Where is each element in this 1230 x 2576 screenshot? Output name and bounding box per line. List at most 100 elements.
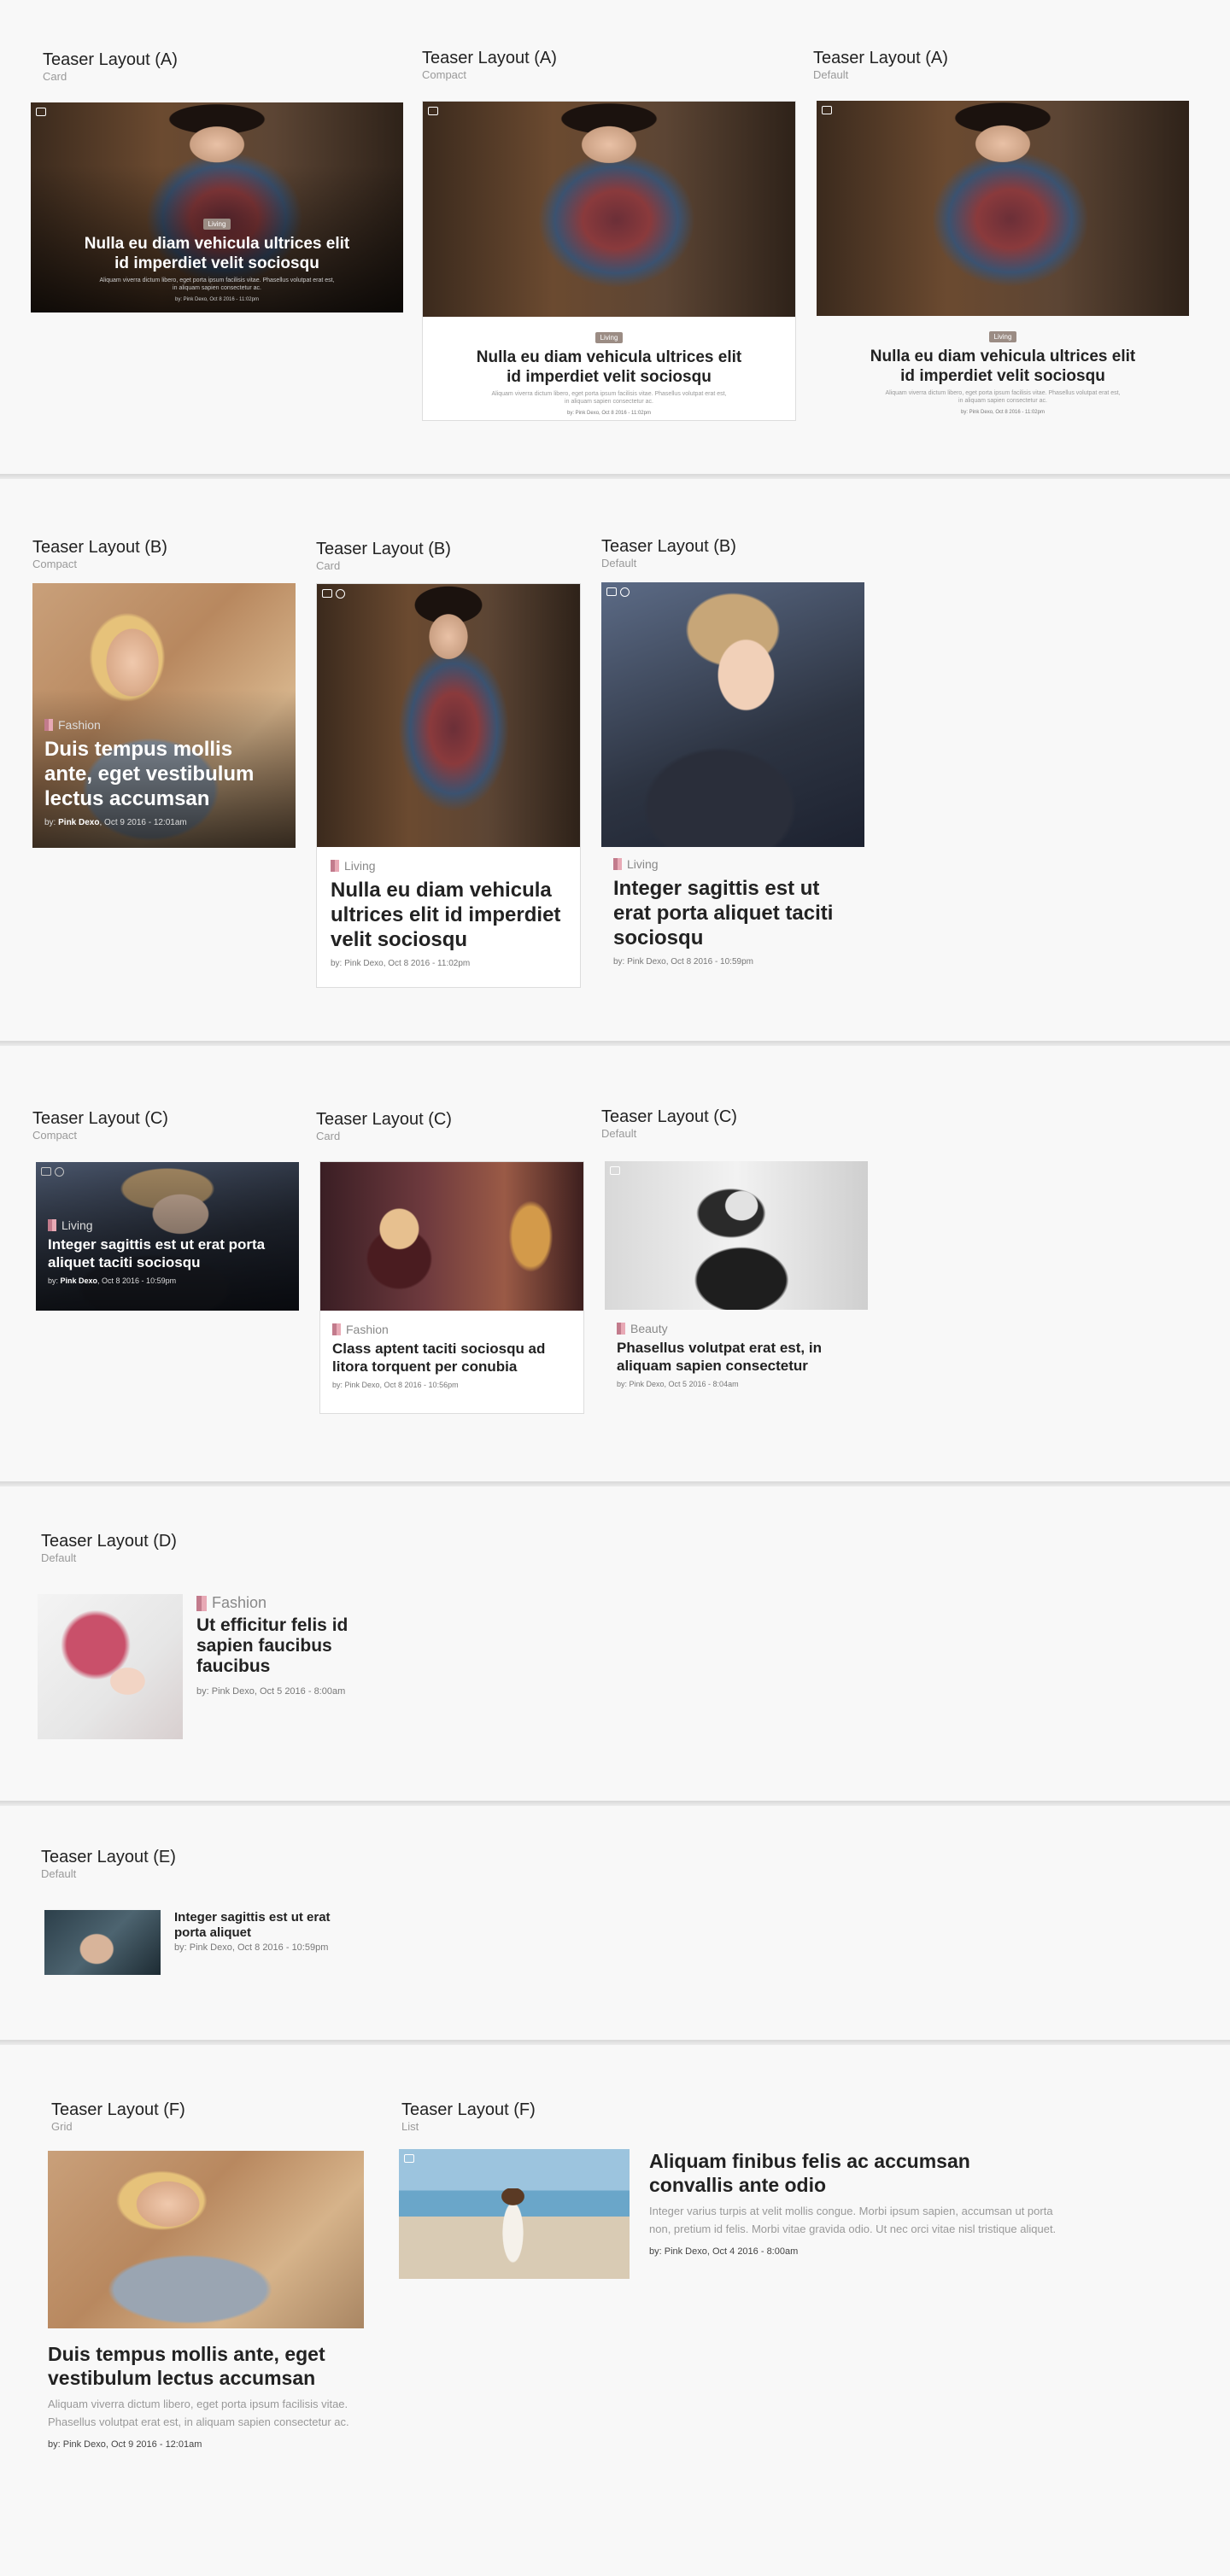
teaser-meta: by: Pink Dexo, Oct 8 2016 - 10:56pm — [332, 1381, 459, 1389]
section-label: Teaser Layout (B) Compact — [32, 537, 167, 571]
section-label: Teaser Layout (B) Default — [601, 536, 736, 570]
teaser-card[interactable]: Living Nulla eu diam vehicula ultrices e… — [316, 583, 581, 988]
teaser-card[interactable]: Living Integer sagittis est ut erat port… — [36, 1162, 299, 1311]
teaser-headline[interactable]: Integer sagittis est ut erat porta aliqu… — [613, 876, 861, 950]
category-badge[interactable]: Living — [594, 332, 624, 343]
camera-icon — [610, 1166, 620, 1175]
category-label[interactable]: Living — [48, 1218, 287, 1232]
teaser-headline[interactable]: Ut efficitur felis id sapien faucibus fa… — [196, 1615, 350, 1677]
teaser-headline[interactable]: Phasellus volutpat erat est, in aliquam … — [617, 1339, 864, 1375]
category-icon — [196, 1595, 207, 1611]
layout-title: Teaser Layout (D) — [41, 1532, 177, 1551]
teaser-meta: by: Pink Dexo, Oct 8 2016 - 11:02pm — [331, 959, 471, 968]
teaser-headline[interactable]: Nulla eu diam vehicula ultrices elit id … — [472, 348, 746, 387]
teaser-headline[interactable]: Duis tempus mollis ante, eget vestibulum… — [44, 737, 284, 811]
section-label: Teaser Layout (A) Default — [813, 48, 948, 82]
teaser-body: Aliquam finibus felis ac accumsan conval… — [649, 2149, 1059, 2257]
camera-icon — [404, 2154, 414, 2163]
teaser-card[interactable]: Fashion Duis tempus mollis ante, eget ve… — [32, 583, 296, 848]
layout-title: Teaser Layout (F) — [51, 2100, 185, 2119]
teaser-card[interactable]: Living Nulla eu diam vehicula ultrices e… — [422, 101, 796, 421]
teaser-headline[interactable]: Class aptent taciti sociosqu ad litora t… — [332, 1340, 573, 1376]
category-badge[interactable]: Living — [202, 219, 231, 230]
layout-title: Teaser Layout (C) — [32, 1109, 168, 1128]
teaser-meta: by: Pink Dexo, Oct 9 2016 - 12:01am — [48, 2439, 202, 2450]
teaser-image[interactable] — [601, 582, 864, 847]
teaser-body: Fashion Ut efficitur felis id sapien fau… — [196, 1594, 350, 1699]
teaser-headline[interactable]: Integer sagittis est ut erat porta aliqu… — [48, 1235, 287, 1271]
teaser-meta: by: Pink Dexo, Oct 4 2016 - 8:00am — [649, 2246, 799, 2257]
teaser-meta: by: Pink Dexo, Oct 8 2016 - 11:02pm — [175, 297, 259, 302]
teaser-body: Integer sagittis est ut erat porta aliqu… — [174, 1910, 362, 1953]
layout-title: Teaser Layout (E) — [41, 1848, 176, 1866]
layout-title: Teaser Layout (F) — [401, 2100, 536, 2119]
teaser-meta: by: Pink Dexo, Oct 8 2016 - 11:02pm — [961, 410, 1045, 415]
layout-variant: Default — [813, 68, 849, 81]
teaser-meta: by: Pink Dexo, Oct 9 2016 - 12:01am — [44, 818, 187, 827]
section-label: Teaser Layout (B) Card — [316, 539, 451, 573]
layout-title: Teaser Layout (B) — [601, 537, 736, 556]
section-teaser-c: Teaser Layout (C) Compact Living Integer… — [0, 1046, 1230, 1481]
layout-title: Teaser Layout (B) — [32, 538, 167, 557]
section-label: Teaser Layout (A) Card — [43, 50, 178, 84]
category-badge[interactable]: Living — [988, 331, 1017, 342]
teaser-image[interactable] — [317, 584, 580, 847]
teaser-excerpt: Aliquam viverra dictum libero, eget port… — [48, 2398, 349, 2428]
play-icon — [336, 589, 345, 599]
teaser-image[interactable] — [817, 101, 1189, 316]
teaser-meta: by: Pink Dexo, Oct 8 2016 - 10:59pm — [48, 1276, 177, 1285]
teaser-meta: by: Pink Dexo, Oct 5 2016 - 8:00am — [196, 1686, 346, 1697]
teaser-image[interactable] — [399, 2149, 630, 2279]
teaser-body: Living Integer sagittis est ut erat port… — [613, 857, 861, 967]
teaser-headline[interactable]: Aliquam finibus felis ac accumsan conval… — [649, 2149, 1059, 2197]
layout-title: Teaser Layout (A) — [43, 50, 178, 69]
category-label[interactable]: Fashion — [332, 1323, 573, 1336]
layout-variant: Compact — [32, 1129, 78, 1142]
layout-title: Teaser Layout (A) — [422, 49, 557, 67]
layout-variant: Compact — [422, 68, 467, 81]
teaser-image[interactable] — [320, 1162, 583, 1311]
category-icon — [617, 1323, 625, 1335]
teaser-headline[interactable]: Nulla eu diam vehicula ultrices elit id … — [866, 347, 1139, 386]
category-icon — [332, 1323, 341, 1335]
teaser-excerpt: Integer varius turpis at velit mollis co… — [649, 2205, 1057, 2235]
teaser-image[interactable] — [605, 1161, 868, 1310]
camera-icon — [822, 106, 832, 114]
section-teaser-d: Teaser Layout (D) Default Fashion Ut eff… — [0, 1487, 1230, 1801]
section-label: Teaser Layout (F) List — [401, 2100, 536, 2134]
teaser-card[interactable]: Fashion Class aptent taciti sociosqu ad … — [319, 1161, 584, 1414]
category-label[interactable]: Fashion — [44, 718, 284, 732]
teaser-headline[interactable]: Integer sagittis est ut erat porta aliqu… — [174, 1910, 362, 1941]
teaser-headline[interactable]: Nulla eu diam vehicula ultrices elit id … — [331, 878, 568, 952]
teaser-headline[interactable]: Duis tempus mollis ante, eget vestibulum… — [48, 2342, 364, 2390]
teaser-excerpt: Aliquam viverra dictum libero, eget port… — [99, 277, 335, 291]
category-label[interactable]: Living — [331, 859, 568, 873]
category-label[interactable]: Living — [613, 857, 861, 871]
category-label[interactable]: Beauty — [617, 1322, 864, 1335]
teaser-image[interactable] — [44, 1910, 161, 1975]
teaser-image[interactable] — [38, 1594, 183, 1739]
section-label: Teaser Layout (C) Card — [316, 1109, 452, 1143]
category-label[interactable]: Fashion — [196, 1594, 350, 1612]
teaser-meta: by: Pink Dexo, Oct 8 2016 - 10:59pm — [174, 1942, 329, 1953]
teaser-body: Living Nulla eu diam vehicula ultrices e… — [817, 328, 1189, 415]
teaser-headline[interactable]: Nulla eu diam vehicula ultrices elit id … — [80, 234, 354, 273]
section-teaser-f: Teaser Layout (F) Grid Duis tempus molli… — [0, 2045, 1230, 2576]
teaser-meta: by: Pink Dexo, Oct 8 2016 - 11:02pm — [567, 411, 651, 416]
teaser-body: Beauty Phasellus volutpat erat est, in a… — [617, 1322, 864, 1388]
layout-variant: Compact — [32, 558, 78, 570]
layout-title: Teaser Layout (A) — [813, 49, 948, 67]
teaser-body: Duis tempus mollis ante, eget vestibulum… — [48, 2342, 364, 2450]
section-label: Teaser Layout (D) Default — [41, 1531, 177, 1565]
layout-variant: Card — [316, 559, 341, 572]
teaser-image[interactable] — [48, 2151, 364, 2328]
section-label: Teaser Layout (F) Grid — [51, 2100, 185, 2134]
category-icon — [48, 1219, 56, 1231]
section-teaser-a: Teaser Layout (A) Card Living Nulla eu d… — [0, 0, 1230, 474]
category-icon — [44, 719, 53, 731]
layout-variant: Card — [43, 70, 67, 83]
teaser-card[interactable]: Living Nulla eu diam vehicula ultrices e… — [31, 102, 403, 313]
section-label: Teaser Layout (A) Compact — [422, 48, 557, 82]
teaser-image[interactable] — [423, 102, 795, 317]
category-icon — [613, 858, 622, 870]
